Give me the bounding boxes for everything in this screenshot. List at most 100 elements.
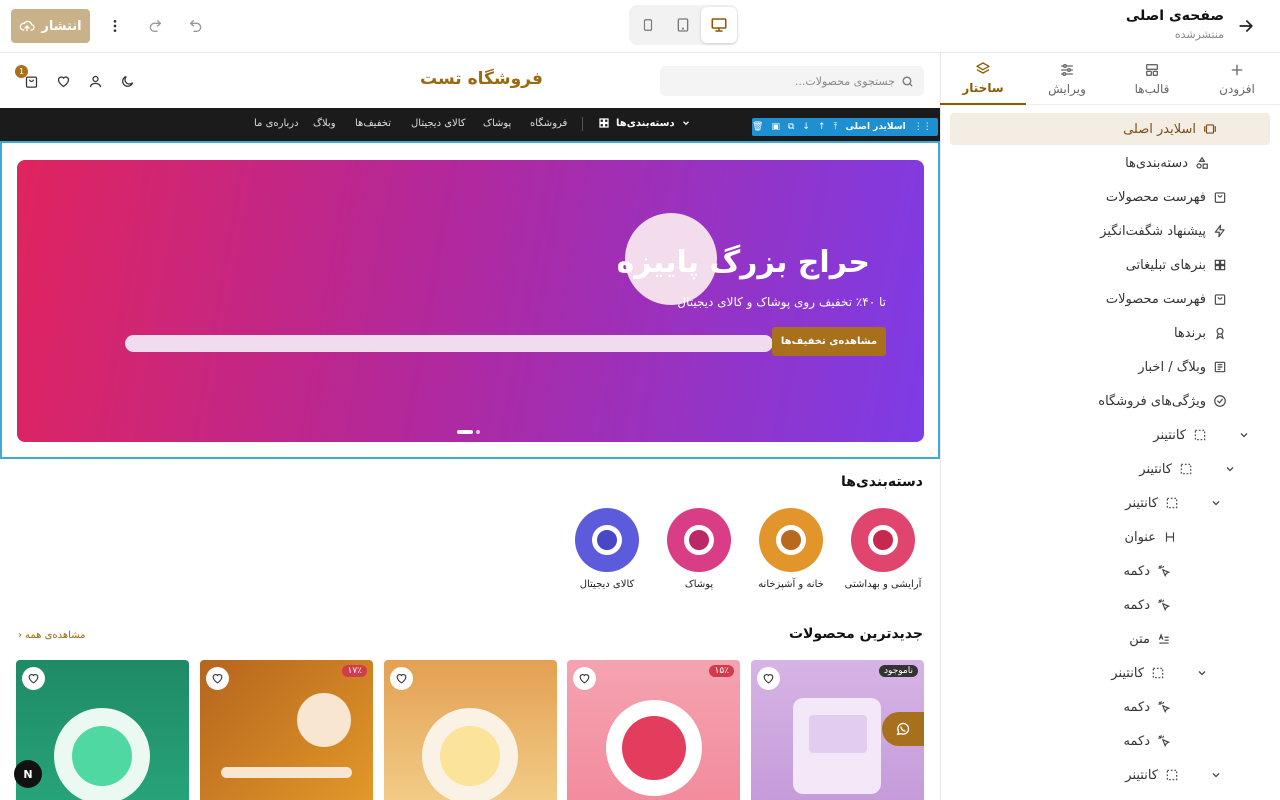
layout-icon <box>1144 62 1160 78</box>
tree-item-product-list[interactable]: فهرست محصولات <box>1106 181 1228 213</box>
undo-icon[interactable] <box>184 14 208 38</box>
product-card[interactable] <box>384 660 557 800</box>
slider-dot[interactable] <box>476 430 480 434</box>
tree-item-button[interactable]: دکمه <box>1124 555 1172 587</box>
tree-item-button[interactable]: دکمه <box>1124 589 1172 621</box>
tree-item-label: عنوان <box>1124 529 1156 545</box>
tab-templates[interactable]: قالب‌ها <box>1109 53 1195 105</box>
duplicate-icon[interactable]: ⧉ <box>788 122 794 132</box>
chevron-down-icon[interactable] <box>1208 495 1224 511</box>
tree-item-container[interactable]: کانتینر <box>1139 453 1238 485</box>
page-status: منتشرشده <box>1174 28 1224 41</box>
tree-item-label: اسلایدر اصلی <box>1123 121 1196 137</box>
category-image <box>667 508 731 572</box>
moon-icon[interactable] <box>118 72 136 90</box>
tree-item-product-list[interactable]: فهرست محصولات <box>1106 283 1228 315</box>
tab-edit-label: ویرایش <box>1048 82 1086 96</box>
tab-structure[interactable]: ساختار <box>940 53 1026 105</box>
nav-divider <box>582 117 583 131</box>
newest-products-title: جدیدترین محصولات <box>788 626 923 642</box>
bag-icon <box>1212 291 1228 307</box>
nav-link-about[interactable]: درباره‌ی ما <box>254 118 299 129</box>
chevron-down-icon[interactable] <box>1222 461 1238 477</box>
back-arrow-icon[interactable] <box>1234 14 1258 38</box>
tree-item-main-slider[interactable]: اسلایدر اصلی <box>950 113 1270 145</box>
tree-item-store-features[interactable]: ویژگی‌های فروشگاه <box>1098 385 1228 417</box>
heart-icon[interactable] <box>390 667 413 690</box>
whatsapp-button[interactable] <box>882 712 924 746</box>
heart-icon[interactable] <box>54 72 72 90</box>
container-icon <box>1150 665 1166 681</box>
bolt-icon <box>1212 223 1228 239</box>
tree-item-container[interactable]: کانتینر <box>1125 487 1224 519</box>
tree-item-label: فهرست محصولات <box>1105 189 1206 205</box>
move-up-icon[interactable]: ↑ <box>818 122 826 132</box>
tree-item-ad-banners[interactable]: بنرهای تبلیغاتی <box>1126 249 1228 281</box>
tree-item-container[interactable]: کانتینر <box>1125 759 1224 791</box>
more-menu-icon[interactable] <box>103 14 127 38</box>
heart-icon[interactable] <box>22 667 45 690</box>
slider-dot-active[interactable] <box>457 430 473 434</box>
view-all-link[interactable]: مشاهده‌ی همه ‹ <box>18 630 86 641</box>
tree-item-categories[interactable]: دسته‌بندی‌ها <box>1125 147 1210 179</box>
hero-slider[interactable]: حراج بزرگ پاییزه تا ۴۰٪ تخفیف روی پوشاک … <box>17 160 924 442</box>
panel-tabs: افزودن قالب‌ها ویرایش ساختار <box>940 53 1280 105</box>
mobile-device-button[interactable] <box>630 7 666 43</box>
tab-edit[interactable]: ویرایش <box>1024 53 1110 105</box>
nav-link-discounts[interactable]: تخفیف‌ها <box>355 118 391 129</box>
product-card[interactable]: ۱۵٪ <box>567 660 740 800</box>
nav-link-clothing[interactable]: پوشاک <box>483 118 511 129</box>
hero-cta-button[interactable]: مشاهده‌ی تخفیف‌ها <box>772 327 886 356</box>
publish-button[interactable]: انتشار <box>11 9 90 43</box>
sliders-icon <box>1059 62 1075 78</box>
desktop-device-button[interactable] <box>701 7 737 43</box>
tree-item-amazing-offer[interactable]: پیشنهاد شگفت‌انگیز <box>1100 215 1228 247</box>
heart-icon[interactable] <box>757 667 780 690</box>
move-top-icon[interactable]: ⤒ <box>833 122 837 132</box>
product-card[interactable] <box>16 660 189 800</box>
nav-link-shop[interactable]: فروشگاه <box>530 118 567 129</box>
product-card[interactable]: ۱۷٪ <box>200 660 373 800</box>
category-item[interactable]: کالای دیجیتال <box>552 508 662 590</box>
categories-menu-button[interactable]: دسته‌بندی‌ها <box>598 117 691 129</box>
view-all-label: مشاهده‌ی همه <box>25 630 86 641</box>
chevron-down-icon[interactable] <box>1208 767 1224 783</box>
layers-icon <box>975 61 991 77</box>
slider-dots <box>457 430 480 434</box>
container-icon <box>1178 461 1194 477</box>
chevron-down-icon[interactable] <box>1194 665 1210 681</box>
container-icon <box>1164 767 1180 783</box>
categories-title: دسته‌بندی‌ها <box>840 474 923 490</box>
redo-icon[interactable] <box>143 14 167 38</box>
tree-item-text[interactable]: متن <box>1129 623 1172 655</box>
tree-item-blog[interactable]: وبلاگ / اخبار <box>1138 351 1228 383</box>
newspaper-icon <box>1212 359 1228 375</box>
tree-item-container[interactable]: کانتینر <box>1111 657 1210 689</box>
move-down-icon[interactable]: ↓ <box>802 122 810 132</box>
chevron-down-icon[interactable] <box>1236 427 1252 443</box>
save-block-icon[interactable]: ▣ <box>771 122 780 132</box>
nav-link-digital[interactable]: کالای دیجیتال <box>411 118 466 129</box>
floating-widget-button[interactable]: N <box>14 760 42 788</box>
tree-item-button[interactable]: دکمه <box>1124 725 1172 757</box>
tree-item-button[interactable]: دکمه <box>1124 691 1172 723</box>
store-logo[interactable]: فروشگاه تست <box>420 69 543 89</box>
tree-item-brands[interactable]: برندها <box>1174 317 1228 349</box>
check-circle-icon <box>1212 393 1228 409</box>
search-input[interactable]: جستجوی محصولات... <box>660 66 924 96</box>
heart-icon[interactable] <box>206 667 229 690</box>
delete-icon[interactable]: 🗑 <box>752 122 763 132</box>
tab-add[interactable]: افزودن <box>1194 53 1280 105</box>
structure-panel: افزودن قالب‌ها ویرایش ساختار اسلایدر اصل… <box>940 53 1280 800</box>
click-icon <box>1156 699 1172 715</box>
heart-icon[interactable] <box>573 667 596 690</box>
top-bar: صفحه‌ی اصلی منتشرشده انتشار <box>0 0 1280 53</box>
tablet-device-button[interactable] <box>665 7 701 43</box>
drag-handle-icon[interactable]: ⋮⋮ <box>914 122 932 132</box>
tree-item-heading[interactable]: عنوان <box>1124 521 1178 553</box>
user-icon[interactable] <box>86 72 104 90</box>
tree-item-label: برندها <box>1173 325 1206 341</box>
block-toolbar: ⋮⋮ اسلایدر اصلی ⤒ ↑ ↓ ⧉ ▣ 🗑 <box>752 118 938 136</box>
nav-link-blog[interactable]: وبلاگ <box>313 118 336 129</box>
tree-item-container[interactable]: کانتینر <box>1153 419 1252 451</box>
